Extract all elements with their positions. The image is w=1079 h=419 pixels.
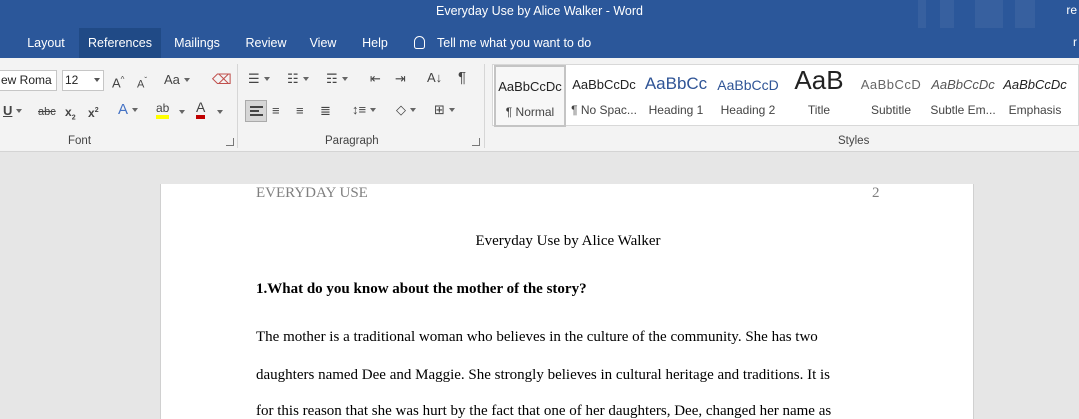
account-initial[interactable]: r xyxy=(1073,35,1077,49)
style-label: ¶ Normal xyxy=(505,105,555,119)
ribbon: ew Roma 12 A^ Aˇ Aa ⌫ U abc x2 x2 A ab A… xyxy=(0,58,1079,152)
style-preview: AaBbCcD xyxy=(717,77,779,93)
styles-group-label: Styles xyxy=(838,135,870,147)
style-preview: AaBbCcDc xyxy=(931,77,995,92)
font-name-combo[interactable]: ew Roma xyxy=(0,70,57,91)
group-separator xyxy=(237,64,238,148)
style-emphasis[interactable]: AaBbCcDc Emphasis xyxy=(999,65,1071,127)
strikethrough-icon[interactable]: abc xyxy=(38,103,56,121)
sort-icon[interactable]: A↓ xyxy=(427,69,442,87)
style-label: Subtitle xyxy=(870,103,912,117)
align-left-icon xyxy=(250,106,263,108)
style-heading-2[interactable]: AaBbCcD Heading 2 xyxy=(712,65,784,127)
highlight-dropdown[interactable] xyxy=(175,102,185,120)
paragraph-line: daughters named Dee and Maggie. She stro… xyxy=(256,367,831,383)
user-name[interactable]: re xyxy=(1066,3,1077,17)
underline-icon[interactable]: U xyxy=(3,102,23,120)
highlight-color-icon[interactable]: ab xyxy=(156,101,170,119)
ribbon-tabs: Layout References Mailings Review View H… xyxy=(0,28,1079,58)
style-label: Title xyxy=(807,103,831,117)
style-label: Subtle Em... xyxy=(930,103,996,117)
window-title: Everyday Use by Alice Walker - Word xyxy=(435,4,643,18)
style-normal[interactable]: AaBbCcDc ¶ Normal xyxy=(494,65,566,127)
page-number: 2 xyxy=(872,185,880,201)
document-page[interactable]: EVERYDAY USE 2 Everyday Use by Alice Wal… xyxy=(160,184,974,419)
tab-layout[interactable]: Layout xyxy=(14,28,78,58)
decrease-indent-icon[interactable]: ⇤ xyxy=(370,70,381,88)
style-heading-1[interactable]: AaBbCc Heading 1 xyxy=(640,65,712,127)
title-bar: Everyday Use by Alice Walker - Word re xyxy=(0,0,1079,28)
style-no-spacing[interactable]: AaBbCcDc ¶ No Spac... xyxy=(568,65,640,127)
bullets-icon[interactable]: ☰ xyxy=(248,70,270,88)
text-effects-icon[interactable]: A xyxy=(118,101,139,119)
font-dialog-launcher-icon[interactable] xyxy=(226,138,234,146)
tab-help[interactable]: Help xyxy=(352,28,398,58)
tab-mailings[interactable]: Mailings xyxy=(164,28,230,58)
document-title: Everyday Use by Alice Walker xyxy=(475,233,661,249)
chevron-down-icon xyxy=(94,78,100,82)
font-group-label: Font xyxy=(68,135,92,147)
clear-formatting-icon[interactable]: ⌫ xyxy=(212,70,232,88)
align-center-icon[interactable]: ≡ xyxy=(272,102,280,120)
font-color-dropdown[interactable] xyxy=(213,102,223,120)
style-label: Emphasis xyxy=(1008,103,1062,117)
font-color-icon[interactable]: A xyxy=(196,100,206,119)
paragraph-dialog-launcher-icon[interactable] xyxy=(472,138,480,146)
icon-line xyxy=(250,114,263,116)
borders-icon[interactable]: ⊞ xyxy=(434,101,455,119)
align-right-icon[interactable]: ≡ xyxy=(296,102,304,120)
shrink-font-icon[interactable]: Aˇ xyxy=(137,72,147,94)
grow-font-icon[interactable]: A^ xyxy=(112,71,124,92)
running-header: EVERYDAY USE xyxy=(256,185,368,201)
lightbulb-icon xyxy=(414,36,425,49)
style-preview: AaBbCcDc xyxy=(1003,77,1067,92)
style-preview: AaBbCcDc xyxy=(572,77,636,92)
superscript-icon[interactable]: x2 xyxy=(88,102,99,122)
style-preview: AaBbCcD xyxy=(860,77,922,92)
icon-line xyxy=(250,110,259,112)
style-subtitle[interactable]: AaBbCcD Subtitle xyxy=(855,65,927,127)
style-label: ¶ No Spac... xyxy=(571,103,637,117)
tell-me-label: Tell me what you want to do xyxy=(437,36,592,50)
multilevel-list-icon[interactable]: ☶ xyxy=(326,70,348,88)
style-preview: AaB xyxy=(794,65,844,95)
tab-review[interactable]: Review xyxy=(236,28,296,58)
style-label: Heading 1 xyxy=(648,103,704,117)
group-separator xyxy=(484,64,485,148)
increase-indent-icon[interactable]: ⇥ xyxy=(395,70,406,88)
change-case-icon[interactable]: Aa xyxy=(164,71,190,89)
question-heading: 1.What do you know about the mother of t… xyxy=(256,281,587,297)
paragraph-line: The mother is a traditional woman who be… xyxy=(256,329,818,345)
line-spacing-icon[interactable]: ↕≡ xyxy=(352,101,377,119)
tab-view[interactable]: View xyxy=(300,28,346,58)
subscript-icon[interactable]: x2 xyxy=(65,103,76,127)
align-left-button[interactable] xyxy=(245,100,267,122)
font-size-combo[interactable]: 12 xyxy=(62,70,104,91)
style-label: Heading 2 xyxy=(720,103,776,117)
style-preview: AaBbCc xyxy=(644,74,708,93)
justify-icon[interactable]: ≣ xyxy=(320,102,331,120)
tell-me-search[interactable]: Tell me what you want to do xyxy=(414,28,614,58)
shading-icon[interactable]: ◇ xyxy=(396,101,416,119)
numbering-icon[interactable]: ☷ xyxy=(287,70,309,88)
font-name-value: ew Roma xyxy=(1,73,52,87)
style-preview: AaBbCcDc xyxy=(498,79,562,94)
tab-references[interactable]: References xyxy=(79,28,161,58)
style-title[interactable]: AaB Title xyxy=(783,65,855,127)
show-formatting-marks-icon[interactable]: ¶ xyxy=(458,69,466,87)
font-size-value: 12 xyxy=(65,73,79,87)
paragraph-line: for this reason that she was hurt by the… xyxy=(256,403,832,419)
styles-gallery: AaBbCcDc ¶ Normal AaBbCcDc ¶ No Spac... … xyxy=(492,64,1079,127)
style-subtle-emphasis[interactable]: AaBbCcDc Subtle Em... xyxy=(927,65,999,127)
paragraph-group-label: Paragraph xyxy=(325,135,379,147)
